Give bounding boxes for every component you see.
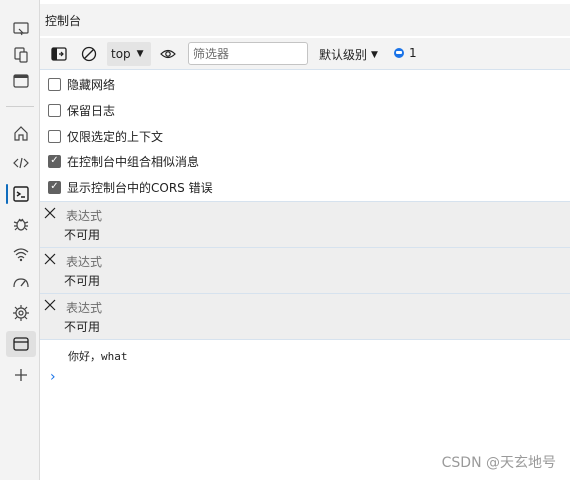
network-icon[interactable] (8, 241, 34, 267)
setting-label: 隐藏网络 (67, 77, 116, 92)
expression-text[interactable]: 表达式 (66, 299, 102, 316)
dock-icon[interactable] (8, 68, 34, 94)
console-prompt-icon[interactable]: › (50, 369, 56, 385)
setting-preserve-log[interactable]: 保留日志 (48, 100, 115, 120)
filter-input[interactable] (193, 46, 303, 61)
add-icon[interactable] (8, 362, 34, 388)
live-expression[interactable]: 表达式 不可用 (40, 247, 570, 293)
elements-icon[interactable] (8, 150, 34, 176)
setting-label: 在控制台中组合相似消息 (67, 154, 200, 169)
live-expression[interactable]: 表达式 不可用 (40, 293, 570, 339)
checkbox[interactable] (48, 129, 61, 143)
activity-bar (0, 0, 40, 480)
checkbox-checked[interactable] (48, 180, 61, 194)
checkbox[interactable] (48, 77, 61, 91)
setting-label: 仅限选定的上下文 (67, 129, 164, 144)
settings-icon[interactable] (8, 300, 34, 326)
expression-value: 不可用 (64, 228, 101, 242)
expression-value: 不可用 (64, 320, 101, 334)
message-icon (394, 48, 404, 58)
chevron-down-icon: ▼ (371, 49, 378, 60)
setting-label: 保留日志 (67, 103, 116, 118)
live-expression[interactable]: 表达式 不可用 (40, 201, 570, 247)
console-panel: 控制台 top ▼ 默认级别 ▼ (40, 0, 570, 480)
log-message: 你好，what (68, 350, 128, 363)
levels-label: 默认级别 (319, 48, 368, 62)
console-settings: 隐藏网络 保留日志 仅限选定的上下文 在控制台中组合相似消息 显示控制台中的CO… (40, 71, 570, 201)
expression-value: 不可用 (64, 274, 101, 288)
debug-icon[interactable] (8, 211, 34, 237)
expression-text[interactable]: 表达式 (66, 207, 102, 224)
watermark: CSDN @天玄地号 (441, 455, 556, 471)
screencast-icon[interactable] (8, 16, 34, 42)
panel-title-bar: 控制台 (40, 4, 570, 36)
log-levels-dropdown[interactable]: 默认级别 ▼ (319, 46, 378, 63)
close-icon[interactable] (43, 298, 57, 312)
checkbox[interactable] (48, 103, 61, 117)
panel-title: 控制台 (45, 13, 82, 28)
clear-console-icon[interactable] (79, 44, 99, 64)
console-toolbar: top ▼ 默认级别 ▼ 1 (40, 38, 570, 70)
issues-counter[interactable]: 1 (394, 46, 417, 60)
checkbox-checked[interactable] (48, 154, 61, 168)
setting-hide-network[interactable]: 隐藏网络 (48, 74, 115, 94)
live-expression-eye-icon[interactable] (158, 44, 178, 64)
filter-field[interactable] (188, 42, 308, 65)
performance-icon[interactable] (8, 270, 34, 296)
close-icon[interactable] (43, 252, 57, 266)
home-icon[interactable] (8, 120, 34, 146)
console-icon[interactable] (8, 181, 34, 207)
device-emulation-icon[interactable] (8, 42, 34, 68)
application-icon[interactable] (8, 331, 34, 357)
setting-show-cors-errors[interactable]: 显示控制台中的CORS 错误 (48, 177, 213, 197)
setting-group-similar[interactable]: 在控制台中组合相似消息 (48, 151, 199, 171)
sidebar-toggle-icon[interactable] (49, 44, 69, 64)
devtools-window: 控制台 top ▼ 默认级别 ▼ (0, 0, 570, 480)
message-count: 1 (409, 46, 417, 60)
setting-selected-context-only[interactable]: 仅限选定的上下文 (48, 126, 163, 146)
context-selector[interactable]: top ▼ (107, 42, 151, 66)
activity-separator (6, 106, 34, 107)
context-value: top (111, 47, 131, 61)
chevron-down-icon: ▼ (136, 49, 144, 59)
setting-label: 显示控制台中的CORS 错误 (67, 180, 213, 195)
close-icon[interactable] (43, 206, 57, 220)
expression-text[interactable]: 表达式 (66, 253, 102, 270)
